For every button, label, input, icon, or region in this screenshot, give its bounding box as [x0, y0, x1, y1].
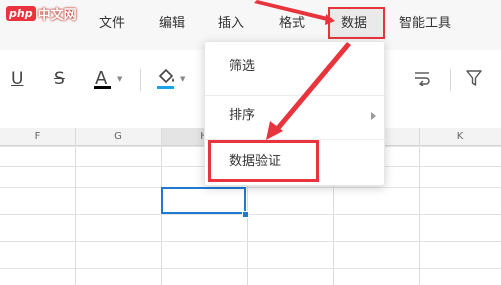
- arrow-to-data-menu: [254, 0, 332, 22]
- arrow-head: [325, 14, 335, 25]
- annotation-arrows: [254, 0, 351, 140]
- arrow-to-data-validation: [274, 42, 351, 132]
